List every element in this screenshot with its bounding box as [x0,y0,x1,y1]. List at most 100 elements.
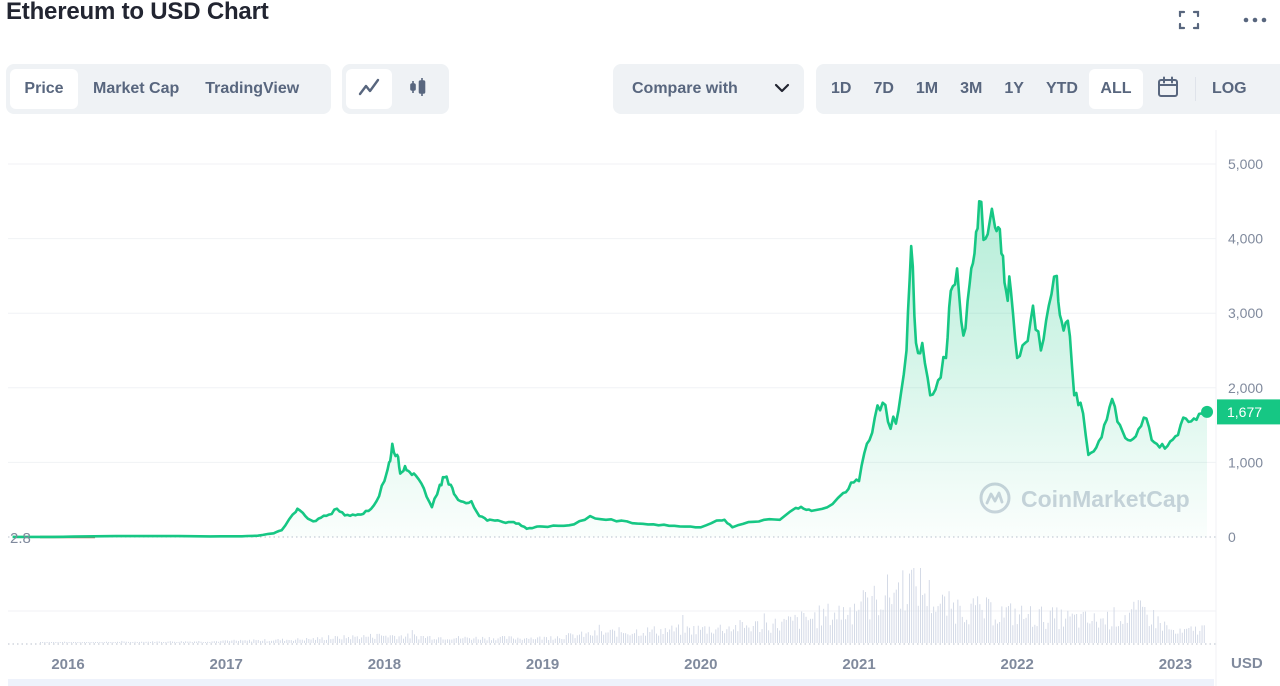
volume-bar [585,633,587,643]
tab-tradingview[interactable]: TradingView [191,69,313,109]
volume-bar [889,597,891,643]
volume-bar [1153,610,1155,643]
tab-price[interactable]: Price [10,69,78,109]
volume-bar [178,641,180,643]
volume-bar [601,631,602,643]
volume-bar [284,641,286,643]
volume-bar [906,604,908,643]
range-navigator[interactable] [8,679,1214,686]
volume-bar [242,640,244,643]
volume-bar [603,634,605,643]
range-1d[interactable]: 1D [820,69,862,109]
volume-bar [370,633,371,643]
fullscreen-icon[interactable] [1177,8,1201,32]
volume-bar [431,639,433,643]
volume-bar [783,618,785,643]
volume-bar [592,635,594,643]
candlestick-button[interactable] [392,69,444,109]
volume-bar [1008,606,1009,643]
volume-bar [491,640,492,643]
volume-bar [1179,628,1181,643]
volume-bar [394,635,396,643]
volume-bar [466,637,468,643]
volume-bar [1113,607,1115,643]
volume-bar [988,598,990,643]
volume-bar [565,635,567,643]
volume-bar [717,627,719,643]
tab-market-cap[interactable]: Market Cap [78,69,191,109]
range-ytd[interactable]: YTD [1035,69,1089,109]
volume-bar [194,641,195,643]
range-1m[interactable]: 1M [905,69,949,109]
volume-bar [607,632,609,643]
range-3m[interactable]: 3M [949,69,993,109]
volume-bar [321,637,323,643]
y-tick-label: 5,000 [1228,156,1263,172]
compare-with-label: Compare with [632,80,738,97]
volume-bar [350,639,352,643]
volume-bar [992,625,994,643]
line-chart-button[interactable] [346,69,392,109]
volume-bar [869,619,871,643]
volume-bar [636,629,638,643]
log-scale-toggle[interactable]: LOG [1200,69,1258,109]
volume-bar [913,568,915,643]
volume-bar [682,615,684,643]
volume-bar [183,641,184,643]
volume-bar [627,634,629,643]
volume-bar [594,630,596,643]
volume-bar [473,638,475,643]
volume-bar [924,593,926,643]
volume-bar [343,635,345,643]
volume-bar [86,642,88,643]
volume-bar [502,636,503,643]
y-tick-label: 4,000 [1228,231,1263,247]
volume-bar [902,570,904,643]
volume-bar [90,642,92,643]
volume-bar [1091,621,1093,643]
volume-bar [110,642,112,643]
range-all[interactable]: ALL [1088,69,1143,109]
volume-bar [1104,624,1106,643]
range-7d[interactable]: 7D [862,69,904,109]
divider [1194,77,1196,101]
volume-bar [1049,610,1051,643]
x-tick-label: 2020 [684,656,717,673]
volume-bar [70,642,72,643]
volume-bar [235,640,237,643]
volume-bar [673,631,675,643]
volume-bar [878,615,880,643]
volume-bar [761,629,763,643]
volume-bar [631,633,633,643]
volume-bar [812,618,814,643]
volume-bar [238,641,239,643]
volume-bar [917,605,919,643]
volume-bar [119,642,121,643]
compare-with-dropdown[interactable]: Compare with [613,64,804,114]
volume-bar [620,632,622,643]
more-options-icon[interactable] [1243,8,1267,32]
volume-bar [664,628,666,643]
volume-bar [48,642,50,643]
volume-bar [1060,609,1062,643]
volume-bar [625,633,627,643]
volume-bar [1111,626,1113,643]
volume-bar [746,625,748,643]
volume-bar [1126,622,1128,643]
volume-bar [887,574,888,643]
volume-bar [88,642,90,643]
range-1y[interactable]: 1Y [993,69,1035,109]
price-chart[interactable]: CoinMarketCap 01,0002,0003,0004,0005,000… [0,130,1280,686]
volume-bar [702,627,704,643]
y-tick-label: 1,000 [1228,454,1263,470]
volume-bar [422,636,424,643]
volume-bar [524,638,525,643]
volume-bar [997,623,998,643]
current-price-value: 1,677 [1227,404,1262,420]
volume-bar [662,634,664,643]
volume-bar [229,641,231,643]
date-picker-button[interactable] [1143,69,1179,109]
volume-bar [1107,611,1108,643]
volume-bar [893,592,895,643]
volume-bar [455,638,457,643]
